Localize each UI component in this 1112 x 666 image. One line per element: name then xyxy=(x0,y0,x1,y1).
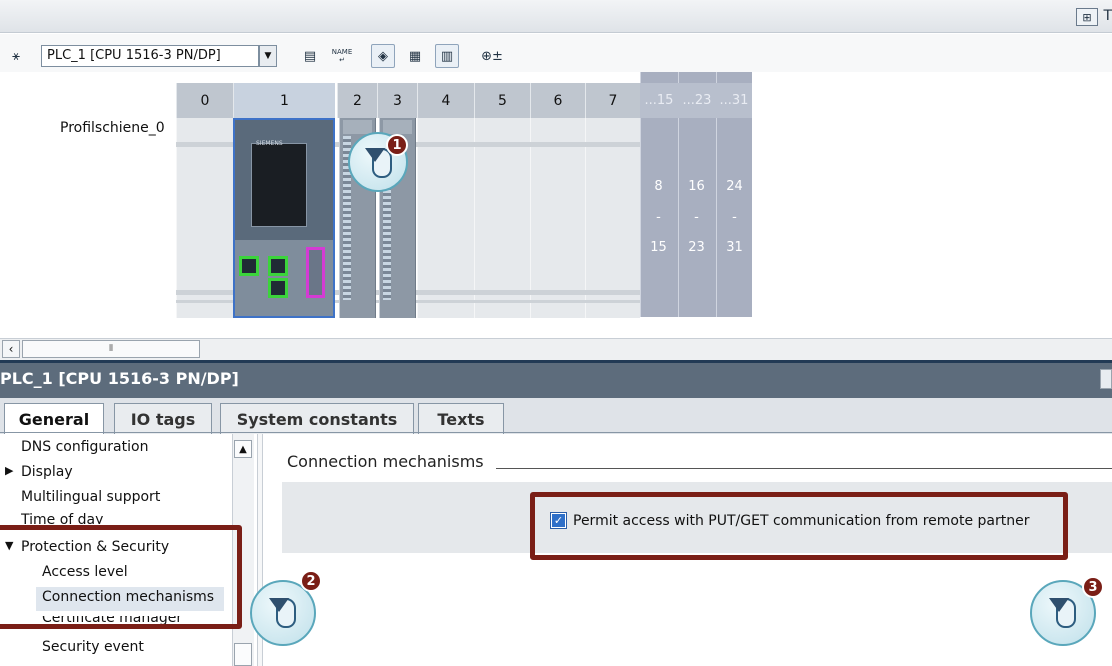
slot-7[interactable] xyxy=(585,118,640,318)
profibus-port-icon[interactable] xyxy=(306,247,325,298)
tree-scrollbar-thumb[interactable] xyxy=(234,643,252,666)
scroll-left-icon[interactable]: ‹ xyxy=(2,340,20,358)
ext-range-dash: - xyxy=(656,210,661,225)
ext-slot-header: ...31 xyxy=(716,83,752,118)
pointer-icon xyxy=(365,148,385,162)
tree-item-multilingual[interactable]: Multilingual support xyxy=(21,489,160,505)
rack-label: Profilschiene_0 xyxy=(60,120,165,136)
topology-view-label[interactable]: T xyxy=(1103,8,1112,24)
panel-icon[interactable]: ▥ xyxy=(435,44,459,68)
expand-arrow-icon[interactable]: ▶ xyxy=(5,464,13,477)
scrollbar-thumb[interactable]: ⫴ xyxy=(22,340,200,358)
slot-header-1: 1 xyxy=(233,83,335,118)
return-arrow-icon: ↵ xyxy=(339,56,345,64)
highlight-checkbox-box xyxy=(530,492,1068,560)
show-name-icon-text: NAME xyxy=(331,48,353,56)
ext-range-to: 23 xyxy=(688,240,705,255)
cpu-display xyxy=(251,143,307,227)
inspector-title: PLC_1 [CPU 1516-3 PN/DP] xyxy=(0,369,239,388)
tree-item-display[interactable]: Display xyxy=(21,464,73,480)
ext-range-from: 8 xyxy=(654,179,663,194)
step-badge-1: 1 xyxy=(386,134,408,156)
slot-header-7: 7 xyxy=(585,83,640,118)
scroll-up-icon[interactable]: ▲ xyxy=(234,440,252,458)
step-badge-3: 3 xyxy=(1082,576,1104,598)
tree-item-time-of-day[interactable]: Time of day xyxy=(21,512,103,524)
io-module-top xyxy=(343,120,372,134)
slot-5[interactable] xyxy=(474,118,530,318)
pointer-icon xyxy=(269,598,289,612)
slot-4[interactable] xyxy=(417,118,474,318)
slot-0[interactable] xyxy=(176,118,233,318)
slot-header-0: 0 xyxy=(176,83,233,118)
chevron-down-icon[interactable]: ▼ xyxy=(259,45,277,67)
step-badge-2: 2 xyxy=(300,570,322,592)
tree-item-security-event[interactable]: Security event xyxy=(42,639,144,655)
section-divider xyxy=(496,468,1112,469)
ext-range-dash: - xyxy=(732,210,737,225)
device-data-icon[interactable]: ▤ xyxy=(298,44,322,68)
ext-slot-header: ...23 xyxy=(678,83,716,118)
profinet-port-icon[interactable] xyxy=(268,256,288,276)
tab-texts[interactable]: Texts xyxy=(418,403,504,434)
ext-range-to: 15 xyxy=(650,240,667,255)
topology-view-icon[interactable]: ⊞ xyxy=(1076,8,1098,26)
section-title: Connection mechanisms xyxy=(287,452,484,471)
show-name-icon[interactable]: NAME ↵ xyxy=(330,44,354,68)
ext-range-from: 16 xyxy=(688,179,705,194)
tab-divider xyxy=(0,432,1112,433)
slot-header-6: 6 xyxy=(530,83,585,118)
view-icon[interactable]: ◈ xyxy=(371,44,395,68)
tab-io-tags[interactable]: IO tags xyxy=(114,403,212,434)
tab-system-constants[interactable]: System constants xyxy=(220,403,414,434)
top-header-strip xyxy=(0,0,1112,33)
tree-item-dns[interactable]: DNS configuration xyxy=(21,439,148,455)
ext-range-dash: - xyxy=(694,210,699,225)
grid-icon[interactable]: ▦ xyxy=(403,44,427,68)
ext-range-to: 31 xyxy=(726,240,743,255)
device-select[interactable]: PLC_1 [CPU 1516-3 PN/DP] xyxy=(41,45,259,67)
profinet-port-icon[interactable] xyxy=(268,278,288,298)
io-module-top xyxy=(383,120,412,134)
slot-header-3: 3 xyxy=(377,83,417,118)
zoom-icon[interactable]: ⊕± xyxy=(472,44,512,68)
slot-header-4: 4 xyxy=(417,83,474,118)
profinet-port-icon[interactable] xyxy=(239,256,259,276)
cpu-brand-label: SIEMENS xyxy=(256,140,283,147)
ext-range-from: 24 xyxy=(726,179,743,194)
slot-6[interactable] xyxy=(530,118,585,318)
network-tree-icon[interactable]: ⚹ xyxy=(4,44,28,68)
highlight-tree-box xyxy=(0,525,242,629)
slot-header-2: 2 xyxy=(337,83,377,118)
tab-general[interactable]: General xyxy=(4,403,104,434)
properties-icon[interactable] xyxy=(1100,369,1112,389)
ext-slot-header: ...15 xyxy=(640,83,678,118)
slot-header-5: 5 xyxy=(474,83,530,118)
pointer-icon xyxy=(1049,598,1069,612)
